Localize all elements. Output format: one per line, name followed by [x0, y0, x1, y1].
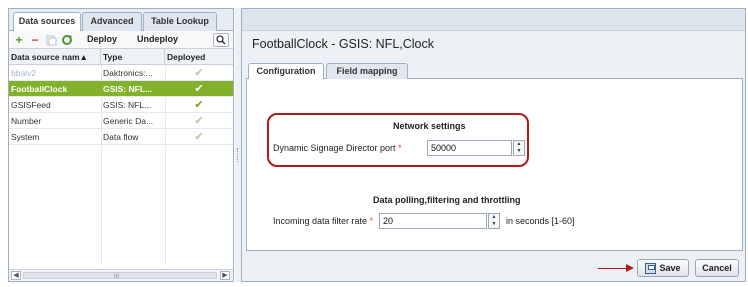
save-icon [645, 262, 657, 274]
configuration-form: Network settings Dynamic Signage Directo… [246, 79, 743, 251]
scroll-grip: III [114, 274, 120, 280]
row-type: Generic Da... [103, 116, 154, 126]
copy-icon[interactable] [45, 34, 57, 46]
filter-rate-hint: in seconds [1-60] [506, 216, 575, 226]
data-source-grid: bbalv2 Daktronics:... ✔ FootballClock GS… [9, 65, 233, 265]
refresh-icon[interactable] [61, 34, 73, 46]
grid-header: Data source nam▲ Type Deployed [9, 49, 233, 65]
column-header-name[interactable]: Data source nam▲ [9, 49, 101, 65]
data-sources-panel: Data sources Advanced Table Lookup + − D… [8, 8, 234, 282]
stepper-down-icon[interactable]: ▼ [514, 148, 524, 155]
table-row[interactable]: GSISFeed GSIS: NFL... ✔ [9, 97, 233, 113]
arrow-annotation [598, 268, 628, 269]
row-type: GSIS: NFL... [103, 100, 152, 110]
row-type: Daktronics:... [103, 68, 153, 78]
data-source-toolbar: + − Deploy Undeploy [9, 31, 233, 49]
scroll-left-icon[interactable]: ◀ [11, 271, 21, 280]
row-type: Data flow [103, 132, 139, 142]
table-row[interactable]: bbalv2 Daktronics:... ✔ [9, 65, 233, 81]
tab-field-mapping[interactable]: Field mapping [326, 63, 408, 80]
stepper-down-icon[interactable]: ▼ [489, 221, 499, 228]
add-icon[interactable]: + [13, 34, 25, 46]
filter-rate-stepper[interactable]: ▲ ▼ [488, 213, 500, 229]
row-name: GSISFeed [11, 100, 51, 110]
filter-rate-label-text: Incoming data filter rate [273, 216, 368, 226]
detail-panel: FootballClock - GSIS: NFL,Clock Configur… [241, 8, 746, 282]
required-mark: * [398, 143, 402, 153]
page-title: FootballClock - GSIS: NFL,Clock [252, 37, 434, 51]
port-label: Dynamic Signage Director port * [273, 143, 402, 153]
required-mark: * [369, 216, 374, 226]
row-name: bbalv2 [11, 68, 37, 78]
save-button[interactable]: Save [637, 259, 689, 277]
table-row[interactable]: Number Generic Da... ✔ [9, 113, 233, 129]
tab-advanced[interactable]: Advanced [82, 12, 142, 31]
row-name: Number [11, 116, 42, 126]
form-footer: Save Cancel [246, 257, 743, 279]
stepper-up-icon[interactable]: ▲ [514, 141, 524, 148]
tab-table-lookup[interactable]: Table Lookup [143, 12, 217, 31]
table-row[interactable]: FootballClock GSIS: NFL... ✔ [9, 81, 233, 97]
arrow-annotation-head [626, 264, 634, 272]
stepper-up-icon[interactable]: ▲ [489, 214, 499, 221]
row-name: System [11, 132, 40, 142]
save-label: Save [659, 263, 681, 273]
deployed-check-icon: ✔ [194, 115, 204, 127]
deployed-check-icon: ✔ [194, 67, 204, 79]
scroll-thumb[interactable]: III [23, 272, 217, 280]
filter-rate-label: Incoming data filter rate * [273, 216, 373, 226]
deployed-check-icon: ✔ [194, 131, 204, 143]
port-stepper[interactable]: ▲ ▼ [513, 140, 525, 156]
detail-header-strip [242, 9, 745, 31]
scroll-right-icon[interactable]: ▶ [220, 271, 230, 280]
port-label-text: Dynamic Signage Director port [273, 143, 396, 153]
port-input[interactable]: 50000 [427, 140, 512, 156]
row-name: FootballClock [11, 84, 68, 94]
cancel-button[interactable]: Cancel [695, 259, 739, 277]
deployed-check-icon: ✔ [194, 83, 204, 95]
table-row[interactable]: System Data flow ✔ [9, 129, 233, 145]
splitter-grip-icon [237, 148, 239, 162]
search-button[interactable] [213, 33, 229, 47]
search-icon [216, 35, 226, 45]
column-header-type[interactable]: Type [101, 49, 165, 65]
undeploy-button[interactable]: Undeploy [137, 34, 178, 44]
deploy-button[interactable]: Deploy [87, 34, 117, 44]
left-tab-bar: Data sources Advanced Table Lookup [9, 9, 233, 32]
deployed-check-icon: ✔ [194, 99, 204, 111]
polling-heading: Data polling,filtering and throttling [373, 195, 521, 205]
column-header-deployed[interactable]: Deployed [165, 49, 233, 65]
detail-tab-bar: Configuration Field mapping [246, 59, 743, 81]
horizontal-scrollbar[interactable]: ◀ III ▶ [9, 269, 233, 281]
row-type: GSIS: NFL... [103, 84, 153, 94]
tab-data-sources[interactable]: Data sources [13, 12, 81, 32]
remove-icon[interactable]: − [29, 34, 41, 46]
network-settings-heading: Network settings [393, 121, 466, 131]
filter-rate-input[interactable]: 20 [379, 213, 487, 229]
